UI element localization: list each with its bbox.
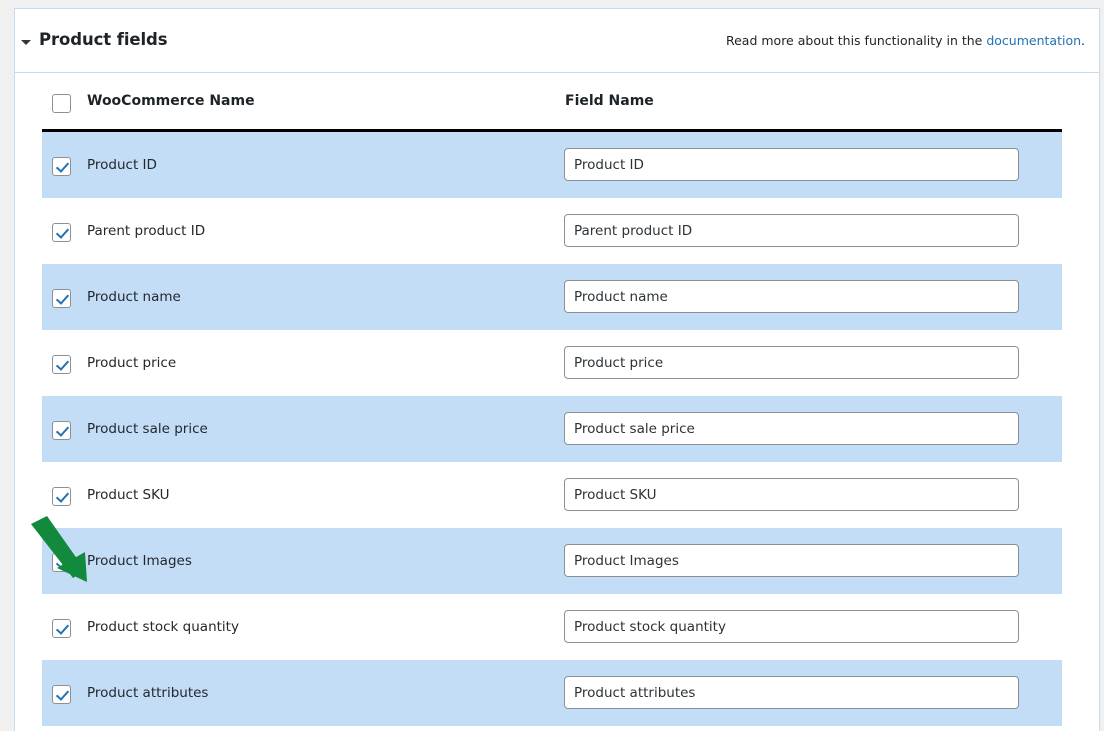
row-label: Product Images	[87, 553, 192, 569]
field-name-input[interactable]	[564, 346, 1019, 379]
table-row: Product Images	[42, 528, 1062, 594]
page-title: Product fields	[39, 30, 168, 49]
row-label: Product ID	[87, 157, 157, 173]
row-checkbox-wrapper	[52, 156, 71, 176]
collapse-toggle-button[interactable]	[20, 35, 34, 49]
row-label: Product name	[87, 289, 181, 305]
row-checkbox[interactable]	[52, 487, 71, 506]
product-fields-table: WooCommerce Name Field Name Product ID Pa…	[15, 73, 1099, 726]
row-label: Parent product ID	[87, 223, 206, 239]
documentation-link[interactable]: documentation	[986, 33, 1081, 48]
select-all-checkbox[interactable]	[52, 94, 71, 113]
row-label: Product attributes	[87, 685, 209, 701]
table-row: Product stock quantity	[42, 594, 1062, 660]
field-name-input[interactable]	[564, 280, 1019, 313]
row-checkbox-wrapper	[52, 552, 71, 572]
row-label: Product price	[87, 355, 177, 371]
row-checkbox-wrapper	[52, 420, 71, 440]
column-header-field-name: Field Name	[565, 93, 654, 109]
table-row: Product attributes	[42, 660, 1062, 726]
select-all-checkbox-wrapper	[52, 93, 71, 113]
row-checkbox[interactable]	[52, 355, 71, 374]
table-row: Product SKU	[42, 462, 1062, 528]
documentation-note: Read more about this functionality in th…	[726, 33, 1085, 48]
field-name-input[interactable]	[564, 676, 1019, 709]
row-label: Product sale price	[87, 421, 208, 437]
row-checkbox-wrapper	[52, 354, 71, 374]
field-name-input[interactable]	[564, 544, 1019, 577]
table-row: Product ID	[42, 132, 1062, 198]
row-checkbox-wrapper	[52, 288, 71, 308]
table-row: Product sale price	[42, 396, 1062, 462]
row-label: Product SKU	[87, 487, 170, 503]
product-fields-panel: Product fields Read more about this func…	[14, 8, 1100, 731]
documentation-note-period: .	[1081, 33, 1085, 48]
row-checkbox[interactable]	[52, 223, 71, 242]
row-checkbox-wrapper	[52, 684, 71, 704]
table-row: Parent product ID	[42, 198, 1062, 264]
row-checkbox-wrapper	[52, 222, 71, 242]
column-header-woocommerce-name: WooCommerce Name	[87, 93, 255, 109]
row-checkbox[interactable]	[52, 553, 71, 572]
field-name-input[interactable]	[564, 214, 1019, 247]
table-header-row: WooCommerce Name Field Name	[15, 73, 1099, 132]
field-name-input[interactable]	[564, 610, 1019, 643]
field-name-input[interactable]	[564, 478, 1019, 511]
row-checkbox[interactable]	[52, 289, 71, 308]
row-checkbox-wrapper	[52, 618, 71, 638]
field-name-input[interactable]	[564, 148, 1019, 181]
row-checkbox-wrapper	[52, 486, 71, 506]
panel-header: Product fields Read more about this func…	[15, 9, 1099, 73]
documentation-note-text: Read more about this functionality in th…	[725, 33, 987, 48]
table-body: Product ID Parent product ID Product name P…	[15, 132, 1099, 726]
row-checkbox[interactable]	[52, 685, 71, 704]
triangle-down-icon	[21, 40, 31, 45]
row-checkbox[interactable]	[52, 421, 71, 440]
table-row: Product name	[42, 264, 1062, 330]
row-checkbox[interactable]	[52, 157, 71, 176]
row-label: Product stock quantity	[87, 619, 239, 635]
field-name-input[interactable]	[564, 412, 1019, 445]
row-checkbox[interactable]	[52, 619, 71, 638]
table-row: Product price	[42, 330, 1062, 396]
